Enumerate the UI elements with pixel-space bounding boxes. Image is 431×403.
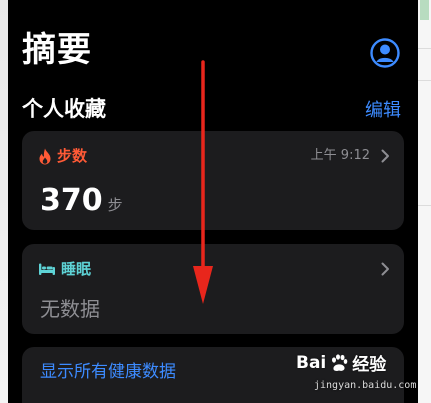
chevron-right-icon [381, 149, 389, 163]
watermark-logo: Bai 经验 [296, 350, 387, 376]
steps-timestamp: 上午 9:12 [310, 148, 370, 163]
background-divider [418, 205, 431, 206]
background-page-right [418, 0, 431, 403]
steps-unit: 步 [107, 196, 123, 214]
sleep-label: 睡眠 [61, 260, 92, 278]
steps-label: 步数 [57, 147, 88, 165]
chevron-right-icon [381, 262, 389, 276]
favorites-section-title: 个人收藏 [22, 97, 106, 121]
bed-icon [39, 263, 55, 275]
flame-icon [39, 148, 51, 164]
sleep-card-header: 睡眠 [38, 258, 91, 280]
person-circle-icon[interactable] [370, 38, 400, 68]
steps-value-group: 370 步 [40, 183, 123, 219]
page-title: 摘要 [22, 30, 92, 70]
watermark-brand: Bai [296, 352, 327, 373]
health-summary-screen: 摘要 个人收藏 编辑 步数 上午 9:12 370 步 睡眠 无数据 显示所有健… [8, 0, 418, 403]
show-all-health-data-link[interactable]: 显示所有健康数据 [40, 361, 176, 383]
sleep-no-data: 无数据 [40, 297, 100, 321]
steps-count: 370 [40, 183, 103, 218]
red-down-arrow [193, 60, 213, 304]
steps-card-header: 步数 [38, 145, 87, 167]
background-divider [418, 80, 431, 81]
baidu-jingyan-watermark: Bai 经验 jingyan.baidu.com [296, 350, 426, 400]
watermark-brand-suffix: 经验 [352, 355, 387, 375]
edit-button[interactable]: 编辑 [365, 100, 401, 122]
background-divider [418, 48, 431, 49]
paw-icon [332, 353, 348, 371]
watermark-url: jingyan.baidu.com [314, 380, 417, 391]
screenshot-stage: 摘要 个人收藏 编辑 步数 上午 9:12 370 步 睡眠 无数据 显示所有健… [0, 0, 431, 403]
background-page-left [0, 0, 8, 403]
background-highlight [420, 0, 429, 20]
